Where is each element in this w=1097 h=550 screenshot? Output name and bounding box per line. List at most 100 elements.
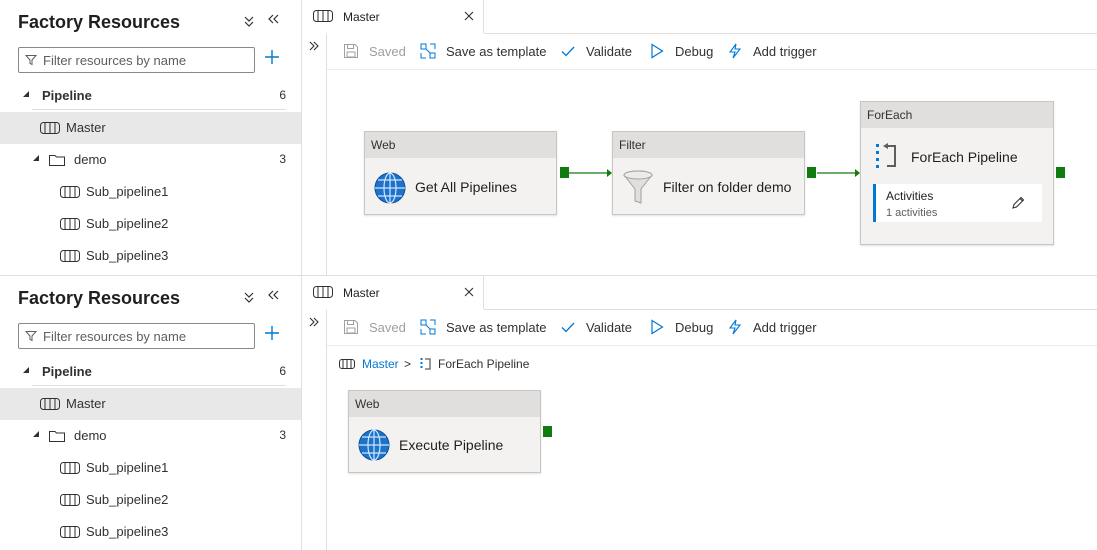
activity-foreach-pipeline[interactable]: ForEach ForEach Pipeline Activities 1 ac… xyxy=(860,101,1054,245)
tree-item-label: Sub_pipeline3 xyxy=(86,524,169,539)
saved-label: Saved xyxy=(369,44,406,59)
pipeline-icon xyxy=(339,358,355,372)
accent-bar xyxy=(873,184,876,222)
tree-item-label: Master xyxy=(66,396,106,411)
save-as-template-button[interactable]: Save as template xyxy=(420,43,550,61)
close-icon[interactable] xyxy=(464,284,474,300)
demo-count: 3 xyxy=(279,152,286,166)
tree-item-sub-pipeline3[interactable]: Sub_pipeline3 xyxy=(0,240,301,272)
pipeline-label: Pipeline xyxy=(42,88,92,103)
pipeline-icon xyxy=(60,250,80,265)
activity-name: ForEach Pipeline xyxy=(911,149,1018,165)
success-port[interactable] xyxy=(807,167,816,178)
debug-button[interactable]: Debug xyxy=(649,319,715,337)
divider xyxy=(32,109,286,110)
tree-item-label: Master xyxy=(66,120,106,135)
caret-down-icon[interactable] xyxy=(22,90,30,100)
add-trigger-button[interactable]: Add trigger xyxy=(727,319,819,337)
breadcrumb-master-link[interactable]: Master xyxy=(362,357,399,371)
tree-item-sub-pipeline2[interactable]: Sub_pipeline2 xyxy=(0,484,301,516)
tree-item-pipeline[interactable]: Pipeline 6 xyxy=(0,80,301,112)
success-port[interactable] xyxy=(560,167,569,178)
filter-resources-input[interactable] xyxy=(43,51,248,69)
activities-rail xyxy=(302,34,327,275)
tree-item-label: Sub_pipeline3 xyxy=(86,248,169,263)
caret-down-icon[interactable] xyxy=(32,430,40,440)
tree-item-master[interactable]: Master xyxy=(0,112,301,144)
activity-filter-on-folder-demo[interactable]: Filter Filter on folder demo xyxy=(612,131,805,215)
filter-resources-input[interactable] xyxy=(43,327,248,345)
filter-icon xyxy=(24,330,38,345)
add-resource-button[interactable] xyxy=(263,324,283,346)
save-as-template-button[interactable]: Save as template xyxy=(420,319,550,337)
demo-count: 3 xyxy=(279,428,286,442)
pipeline-icon xyxy=(60,494,80,509)
tree-item-label: Sub_pipeline2 xyxy=(86,492,169,507)
activity-web-execute-pipeline[interactable]: Web Execute Pipeline xyxy=(348,390,541,473)
saved-button[interactable]: Saved xyxy=(343,319,407,337)
funnel-icon xyxy=(623,170,653,207)
debug-label: Debug xyxy=(675,320,714,335)
foreach-icon xyxy=(420,357,432,374)
pipeline-count: 6 xyxy=(279,88,286,102)
tab-master[interactable]: Master xyxy=(302,0,484,33)
activities-container[interactable]: Activities 1 activities xyxy=(873,184,1042,222)
saved-button[interactable]: Saved xyxy=(343,43,407,61)
edit-pencil-icon[interactable] xyxy=(1011,196,1025,213)
add-resource-button[interactable] xyxy=(263,48,283,70)
tree-item-label: Sub_pipeline1 xyxy=(86,460,169,475)
top-panel: Factory Resources Pipeline 6 xyxy=(0,0,1097,275)
sidebar-title: Factory Resources xyxy=(18,288,181,308)
tree-item-sub-pipeline1[interactable]: Sub_pipeline1 xyxy=(0,452,301,484)
hide-sidebar-icon[interactable] xyxy=(266,288,280,304)
expand-activities-icon[interactable] xyxy=(308,316,320,331)
tree-item-demo[interactable]: demo 3 xyxy=(0,420,301,452)
save-as-template-label: Save as template xyxy=(446,320,547,335)
folder-icon xyxy=(49,430,65,445)
success-port[interactable] xyxy=(1056,167,1065,178)
hide-sidebar-icon[interactable] xyxy=(266,12,280,28)
caret-down-icon[interactable] xyxy=(22,366,30,376)
pipeline-editor: Master Saved Save as template Validate D… xyxy=(302,0,1097,275)
breadcrumb-separator: > xyxy=(404,357,412,371)
activities-rail xyxy=(302,310,327,550)
folder-icon xyxy=(49,154,65,169)
tab-master[interactable]: Master xyxy=(302,276,484,309)
pipeline-count: 6 xyxy=(279,364,286,378)
tree-item-sub-pipeline1[interactable]: Sub_pipeline1 xyxy=(0,176,301,208)
expand-activities-icon[interactable] xyxy=(308,40,320,55)
tree-item-sub-pipeline3[interactable]: Sub_pipeline3 xyxy=(0,516,301,548)
tab-label: Master xyxy=(343,10,380,24)
activity-web-get-all-pipelines[interactable]: Web Get All Pipelines xyxy=(364,131,557,215)
play-icon xyxy=(651,319,664,335)
pipeline-canvas[interactable]: Web Get All Pipelines Filter Filter on f… xyxy=(327,70,1097,275)
add-trigger-button[interactable]: Add trigger xyxy=(727,43,819,61)
success-port[interactable] xyxy=(543,426,552,437)
validate-button[interactable]: Validate xyxy=(560,43,634,61)
pipeline-canvas[interactable]: Master > ForEach Pipeline Web Execute Pi… xyxy=(327,346,1097,550)
tree-item-label: demo xyxy=(74,428,107,443)
pipeline-icon xyxy=(60,218,80,233)
activity-type: Web xyxy=(365,132,556,158)
breadcrumb-current: ForEach Pipeline xyxy=(438,357,530,371)
pipeline-editor: Master Saved Save as template Validate D… xyxy=(302,276,1097,550)
filter-resources-box xyxy=(18,323,255,349)
tree-item-master[interactable]: Master xyxy=(0,388,301,420)
debug-button[interactable]: Debug xyxy=(649,43,715,61)
lightning-icon xyxy=(728,319,742,335)
close-icon[interactable] xyxy=(464,8,474,24)
validate-button[interactable]: Validate xyxy=(560,319,634,337)
tree-item-pipeline[interactable]: Pipeline 6 xyxy=(0,356,301,388)
tree-item-demo[interactable]: demo 3 xyxy=(0,144,301,176)
sidebar-title: Factory Resources xyxy=(18,12,181,32)
tab-bar: Master xyxy=(302,276,1097,310)
filter-resources-box xyxy=(18,47,255,73)
play-icon xyxy=(651,43,664,59)
tree-item-sub-pipeline2[interactable]: Sub_pipeline2 xyxy=(0,208,301,240)
tree-item-label: Sub_pipeline1 xyxy=(86,184,169,199)
globe-icon xyxy=(374,172,406,207)
pipeline-icon xyxy=(60,462,80,477)
collapse-all-icon[interactable] xyxy=(243,14,257,30)
caret-down-icon[interactable] xyxy=(32,154,40,164)
collapse-all-icon[interactable] xyxy=(243,290,257,306)
